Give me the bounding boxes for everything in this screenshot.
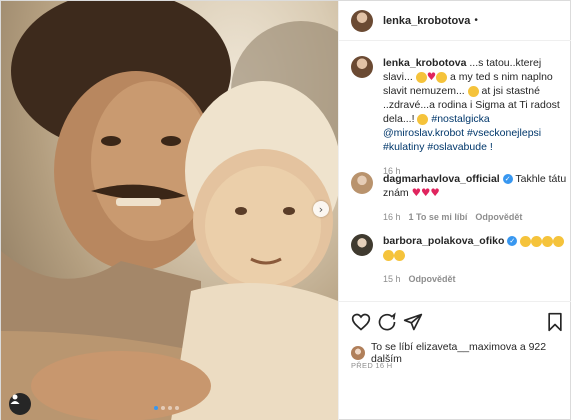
comment-icon[interactable]: [377, 312, 397, 332]
comment-item: barbora_polakova_ofiko ✓ 15 h Odpovědět …: [351, 234, 571, 286]
comment-time[interactable]: 16 h: [383, 210, 401, 224]
comment-time[interactable]: 15 h: [383, 272, 401, 286]
post-modal: › lenka_krobotova • lenka_krobotova ...s…: [0, 0, 571, 420]
reply-button[interactable]: Odpovědět: [409, 272, 456, 286]
comment-likes[interactable]: 1 To se mi líbí: [409, 210, 468, 224]
carousel-dots: [154, 406, 179, 410]
caption-item: lenka_krobotova ...s tatou..kterej slavi…: [351, 56, 571, 178]
avatar[interactable]: [351, 56, 373, 78]
comment-meta: 16 h 1 To se mi líbí Odpovědět: [383, 210, 571, 224]
header-username[interactable]: lenka_krobotova: [383, 15, 470, 27]
save-bookmark-icon[interactable]: [545, 312, 565, 332]
avatar[interactable]: [351, 346, 365, 360]
caption-username[interactable]: lenka_krobotova: [383, 57, 466, 69]
comment-body: dagmarhavlova_official ✓ Takhle tátu zná…: [383, 172, 571, 224]
comment-username[interactable]: dagmarhavlova_official: [383, 173, 500, 185]
tagged-users-button[interactable]: [9, 393, 31, 415]
verified-badge-icon: ✓: [502, 174, 513, 185]
reply-button[interactable]: Odpovědět: [475, 210, 522, 224]
carousel-dot: [154, 406, 158, 410]
post-photo[interactable]: ›: [1, 1, 338, 420]
verified-badge-icon: ✓: [507, 236, 518, 247]
comment-username[interactable]: barbora_polakova_ofiko: [383, 235, 504, 247]
header-dot: •: [474, 15, 478, 26]
heart-emoji-icon: ♥: [426, 71, 437, 83]
next-photo-button[interactable]: ›: [313, 201, 329, 217]
carousel-dot: [168, 406, 172, 410]
comment-meta: 15 h Odpovědět: [383, 272, 571, 286]
photo-illustration: [1, 1, 338, 420]
person-icon: [10, 394, 20, 404]
comment-body: barbora_polakova_ofiko ✓ 15 h Odpovědět: [383, 234, 571, 286]
carousel-dot: [161, 406, 165, 410]
avatar[interactable]: [351, 172, 373, 194]
action-bar: [339, 301, 571, 341]
post-sidebar: lenka_krobotova • lenka_krobotova ...s t…: [338, 1, 571, 420]
avatar[interactable]: [351, 234, 373, 256]
post-header: lenka_krobotova •: [339, 1, 571, 41]
smiley-emoji-icon: [415, 71, 427, 83]
comments-area[interactable]: lenka_krobotova ...s tatou..kterej slavi…: [339, 42, 571, 298]
sad-emoji-icon: [467, 85, 479, 97]
post-time[interactable]: PŘED 16 H: [351, 361, 392, 370]
emoji-icon: [436, 71, 448, 83]
like-heart-icon[interactable]: [351, 312, 371, 332]
caption-body: lenka_krobotova ...s tatou..kterej slavi…: [383, 56, 571, 178]
comment-item: dagmarhavlova_official ✓ Takhle tátu zná…: [351, 172, 571, 224]
heart-emoji-icon: ♥♥♥: [411, 187, 440, 199]
likes-text[interactable]: To se líbí elizaveta__maximova a 922 dal…: [371, 341, 571, 365]
heart-eyes-emoji-icon: [417, 113, 429, 125]
avatar[interactable]: [351, 9, 373, 32]
share-icon[interactable]: [403, 312, 423, 332]
carousel-dot: [175, 406, 179, 410]
